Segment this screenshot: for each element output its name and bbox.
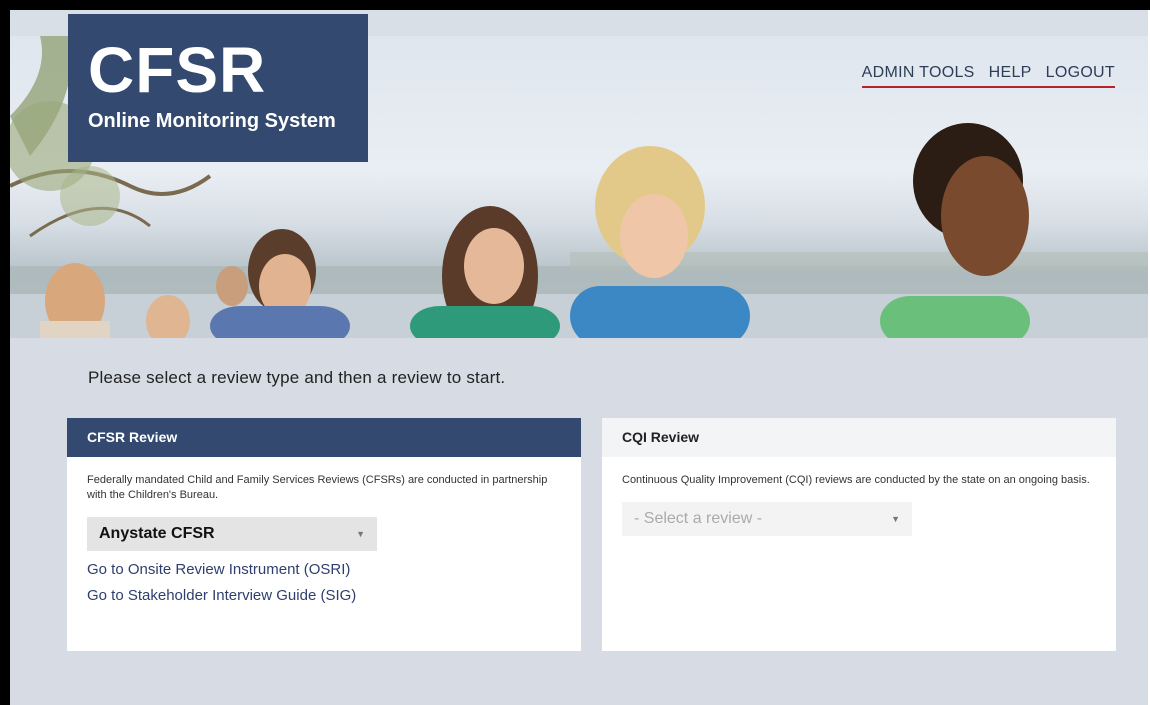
cfsr-logo[interactable]: CFSR Online Monitoring System [68,14,368,162]
top-navigation: ADMIN TOOLS HELP LOGOUT [861,64,1115,88]
select-placeholder: - Select a review - [634,510,763,527]
nav-admin-tools[interactable]: ADMIN TOOLS [862,64,975,82]
instruction-text: Please select a review type and then a r… [88,368,506,387]
card-description: Federally mandated Child and Family Serv… [87,474,548,501]
logo-subtitle: Online Monitoring System [88,110,336,132]
cfsr-review-card: CFSR Review Federally mandated Child and… [67,418,581,651]
card-description: Continuous Quality Improvement (CQI) rev… [622,474,1090,486]
nav-help[interactable]: HELP [989,64,1032,82]
review-links: Go to Onsite Review Instrument (OSRI) Go… [87,557,581,609]
osri-link[interactable]: Go to Onsite Review Instrument (OSRI) [87,557,581,583]
page: CFSR Online Monitoring System ADMIN TOOL… [10,10,1148,705]
review-select[interactable]: - Select a review - ▼ [622,502,912,536]
cqi-review-card: CQI Review Continuous Quality Improvemen… [602,418,1116,651]
caret-down-icon: ▼ [891,514,900,524]
caret-down-icon: ▼ [356,529,365,539]
nav-logout[interactable]: LOGOUT [1046,64,1115,82]
card-title: CFSR Review [67,418,581,457]
select-value: Anystate CFSR [99,525,215,542]
logo-title: CFSR [88,34,267,106]
review-select[interactable]: Anystate CFSR ▼ [87,517,377,551]
card-title: CQI Review [602,418,1116,457]
sig-link[interactable]: Go to Stakeholder Interview Guide (SIG) [87,583,581,609]
